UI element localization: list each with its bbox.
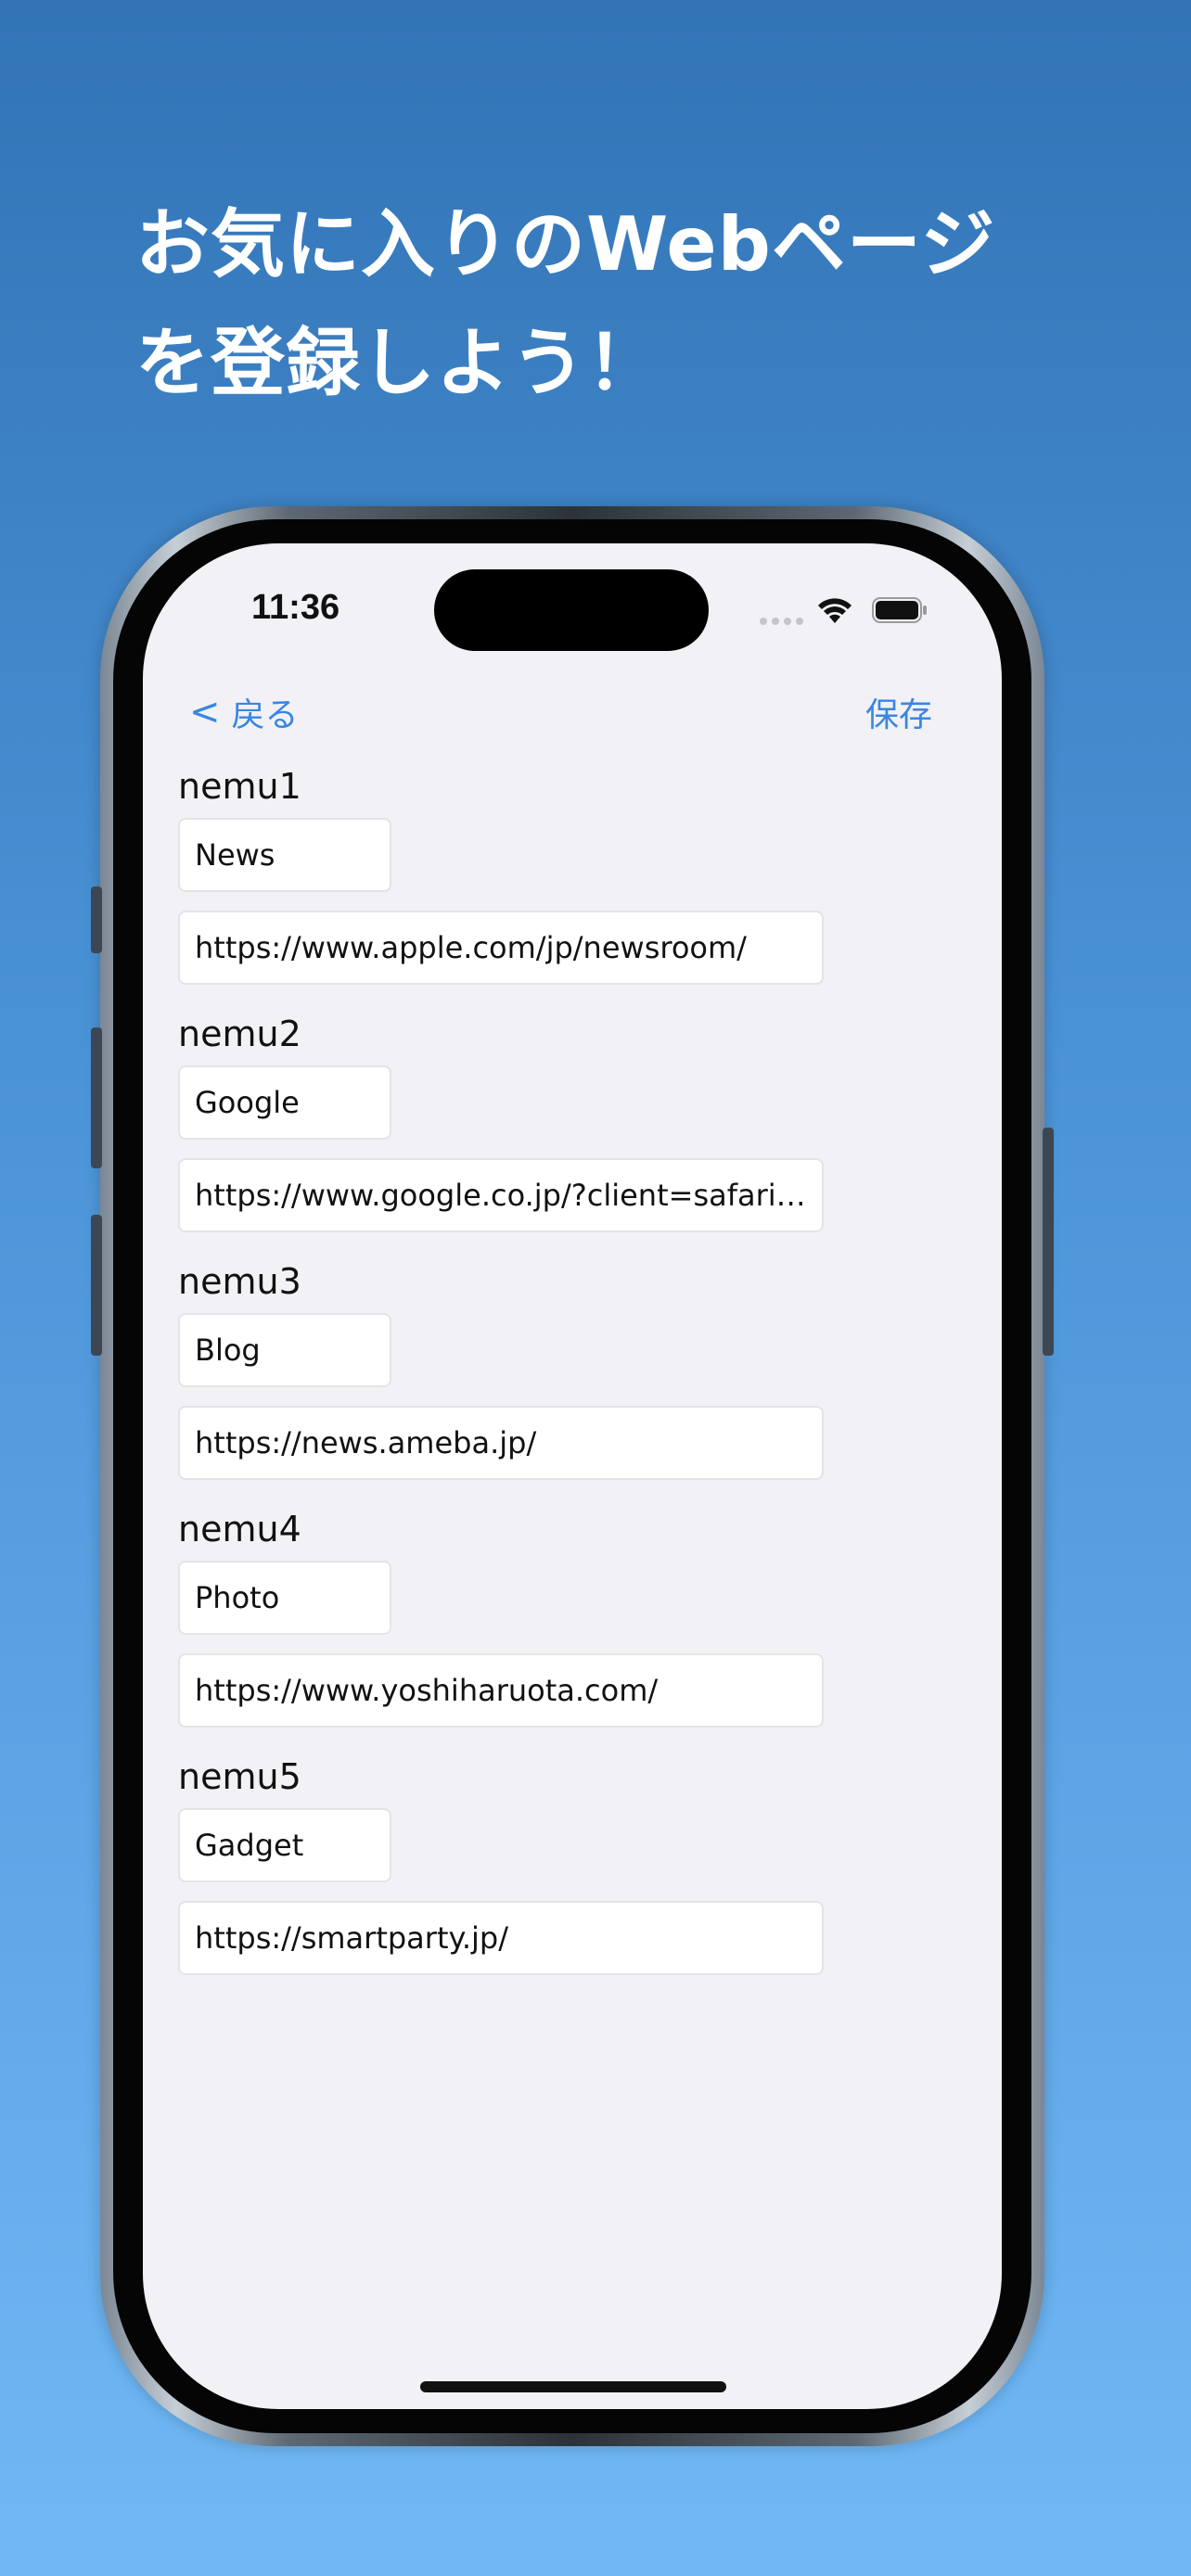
promo-headline: お気に入りのWebページ を登録しよう！	[135, 185, 995, 423]
signal-dots-icon	[760, 618, 803, 625]
bookmark-list: nemu1 News https://www.apple.com/jp/news…	[178, 766, 827, 2004]
headline-line-1: お気に入りのWebページ	[135, 201, 996, 287]
bookmark-entry: nemu4 Photo https://www.yoshiharuota.com…	[178, 1509, 827, 1756]
url-field[interactable]: https://www.google.co.jp/?client=safari&…	[178, 1158, 824, 1232]
back-button-label: 戻る	[231, 696, 299, 734]
home-indicator[interactable]	[420, 2381, 726, 2392]
url-field[interactable]: https://www.yoshiharuota.com/	[178, 1653, 824, 1728]
name-field-value: News	[195, 837, 275, 873]
url-field-value: https://www.google.co.jp/?client=safari&…	[195, 1178, 807, 1213]
headline-line-2: を登録しよう！	[135, 320, 661, 406]
entry-label: nemu2	[178, 1014, 301, 1054]
chevron-left-icon: <	[189, 691, 221, 733]
power-button	[1043, 1128, 1054, 1356]
volume-up-button	[91, 1027, 102, 1168]
url-field[interactable]: https://www.apple.com/jp/newsroom/	[178, 911, 824, 985]
volume-down-button	[91, 1215, 102, 1356]
name-field-value: Blog	[195, 1333, 261, 1368]
url-field[interactable]: https://smartparty.jp/	[178, 1901, 824, 1975]
entry-label: nemu4	[178, 1509, 301, 1549]
battery-icon	[872, 597, 927, 623]
bookmark-entry: nemu5 Gadget https://smartparty.jp/	[178, 1756, 827, 2004]
name-field[interactable]: Photo	[178, 1561, 391, 1635]
entry-label: nemu1	[178, 766, 301, 807]
bookmark-entry: nemu2 Google https://www.google.co.jp/?c…	[178, 1014, 827, 1261]
entry-label: nemu5	[178, 1756, 301, 1797]
phone-screen: 11:36 < 戻る 保存 nemu1 News https://www.app…	[143, 543, 1002, 2409]
entry-label: nemu3	[178, 1261, 301, 1302]
url-field[interactable]: https://news.ameba.jp/	[178, 1406, 824, 1480]
url-field-value: https://www.apple.com/jp/newsroom/	[195, 930, 747, 965]
name-field[interactable]: Blog	[178, 1313, 391, 1387]
bookmark-entry: nemu3 Blog https://news.ameba.jp/	[178, 1261, 827, 1509]
back-button[interactable]: < 戻る	[189, 688, 299, 736]
bookmark-entry: nemu1 News https://www.apple.com/jp/news…	[178, 766, 827, 1014]
url-field-value: https://news.ameba.jp/	[195, 1425, 537, 1460]
name-field-value: Photo	[195, 1580, 280, 1615]
dynamic-island	[434, 569, 709, 651]
url-field-value: https://smartparty.jp/	[195, 1920, 509, 1956]
name-field[interactable]: Google	[178, 1065, 391, 1140]
url-field-value: https://www.yoshiharuota.com/	[195, 1673, 659, 1708]
status-time: 11:36	[251, 588, 340, 627]
name-field-value: Google	[195, 1085, 300, 1120]
wifi-icon	[818, 598, 852, 623]
action-button	[91, 886, 102, 953]
save-button[interactable]: 保存	[865, 688, 932, 736]
name-field-value: Gadget	[195, 1828, 304, 1863]
name-field[interactable]: News	[178, 818, 391, 892]
name-field[interactable]: Gadget	[178, 1808, 391, 1882]
